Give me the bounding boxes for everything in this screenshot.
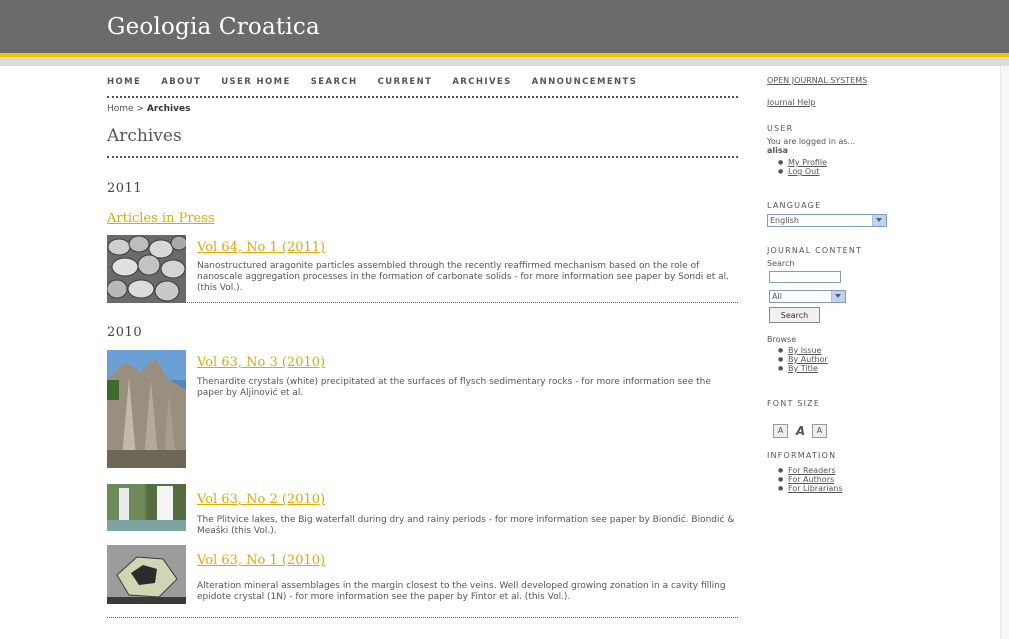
- browse-links: By Issue By Author By Title: [767, 346, 828, 373]
- issue-link-vol63-no1[interactable]: Vol 63, No 1 (2010): [197, 553, 325, 568]
- chevron-down-icon[interactable]: [831, 291, 845, 302]
- issue-desc-vol64-no1: Nanostructured aragonite particles assem…: [197, 261, 729, 293]
- search-input[interactable]: [769, 271, 841, 283]
- issue-cover-vol63-no2[interactable]: [107, 484, 186, 531]
- breadcrumb: Home > Archives: [107, 104, 190, 114]
- title-divider: [107, 156, 738, 158]
- username: alisa: [767, 146, 789, 155]
- issue-divider: [107, 617, 738, 618]
- user-heading: USER: [767, 124, 794, 133]
- issue-divider: [107, 302, 738, 303]
- log-out-link[interactable]: Log Out: [788, 167, 819, 176]
- browse-by-title-link[interactable]: By Title: [788, 364, 818, 373]
- language-select[interactable]: English: [767, 214, 887, 227]
- font-size-heading: FONT SIZE: [767, 399, 821, 408]
- information-links: For Readers For Authors For Librarians: [767, 466, 843, 493]
- main-nav: HOME ABOUT USER HOME SEARCH CURRENT ARCH…: [107, 77, 738, 98]
- issue-cover-vol64-no1[interactable]: [107, 235, 186, 303]
- breadcrumb-home[interactable]: Home: [107, 104, 134, 114]
- journal-content-heading: JOURNAL CONTENT: [767, 246, 863, 255]
- nav-search[interactable]: SEARCH: [311, 77, 358, 96]
- browse-label: Browse: [767, 335, 797, 344]
- issue-cover-vol63-no3[interactable]: [107, 350, 186, 468]
- search-scope-value: All: [772, 292, 782, 301]
- issue-desc-vol63-no2: The Plitvice lakes, the Big waterfall du…: [197, 515, 735, 536]
- search-label: Search: [767, 259, 795, 268]
- for-readers-link[interactable]: For Readers: [788, 466, 836, 475]
- for-librarians-link[interactable]: For Librarians: [788, 484, 843, 493]
- nav-announcements[interactable]: ANNOUNCEMENTS: [532, 77, 638, 96]
- logged-in-text: You are logged in as...: [767, 137, 856, 146]
- ojs-link[interactable]: OPEN JOURNAL SYSTEMS: [767, 76, 867, 85]
- for-authors-link[interactable]: For Authors: [788, 475, 834, 484]
- font-larger-button[interactable]: A: [812, 424, 827, 438]
- search-button[interactable]: Search: [769, 307, 820, 323]
- nav-user-home[interactable]: USER HOME: [221, 77, 291, 96]
- year-heading-2011: 2011: [107, 181, 143, 196]
- issue-desc-vol63-no3: Thenardite crystals (white) precipitated…: [197, 377, 711, 398]
- nav-home[interactable]: HOME: [107, 77, 141, 96]
- journal-title[interactable]: Geologia Croatica: [107, 14, 320, 40]
- nav-current[interactable]: CURRENT: [378, 77, 433, 96]
- year-heading-2010: 2010: [107, 325, 143, 340]
- breadcrumb-separator: >: [136, 104, 144, 114]
- browse-by-issue-link[interactable]: By Issue: [788, 346, 821, 355]
- language-value: English: [770, 216, 799, 225]
- language-heading: LANGUAGE: [767, 201, 822, 210]
- issue-desc-vol63-no1: Alteration mineral assemblages in the ma…: [197, 581, 726, 602]
- header-grey-bar: [0, 57, 1009, 66]
- search-scope-select[interactable]: All: [769, 290, 846, 303]
- articles-in-press-link[interactable]: Articles in Press: [107, 211, 215, 226]
- my-profile-link[interactable]: My Profile: [788, 158, 827, 167]
- issue-cover-vol63-no1[interactable]: [107, 545, 186, 604]
- issue-link-vol63-no3[interactable]: Vol 63, No 3 (2010): [197, 355, 325, 370]
- information-heading: INFORMATION: [767, 451, 837, 460]
- user-links: My Profile Log Out: [767, 158, 827, 176]
- nav-archives[interactable]: ARCHIVES: [452, 77, 511, 96]
- font-smaller-button[interactable]: A: [773, 424, 788, 438]
- issue-link-vol63-no2[interactable]: Vol 63, No 2 (2010): [197, 492, 325, 507]
- page-title: Archives: [107, 126, 182, 146]
- issue-link-vol64-no1[interactable]: Vol 64, No 1 (2011): [197, 240, 325, 255]
- breadcrumb-current: Archives: [146, 104, 191, 114]
- journal-help-link[interactable]: Journal Help: [767, 98, 815, 107]
- site-header: Geologia Croatica: [0, 0, 1009, 56]
- chevron-down-icon[interactable]: [872, 215, 886, 226]
- font-default-button[interactable]: A: [793, 424, 808, 438]
- right-edge-strip: [1000, 66, 1009, 639]
- browse-by-author-link[interactable]: By Author: [788, 355, 828, 364]
- nav-about[interactable]: ABOUT: [161, 77, 201, 96]
